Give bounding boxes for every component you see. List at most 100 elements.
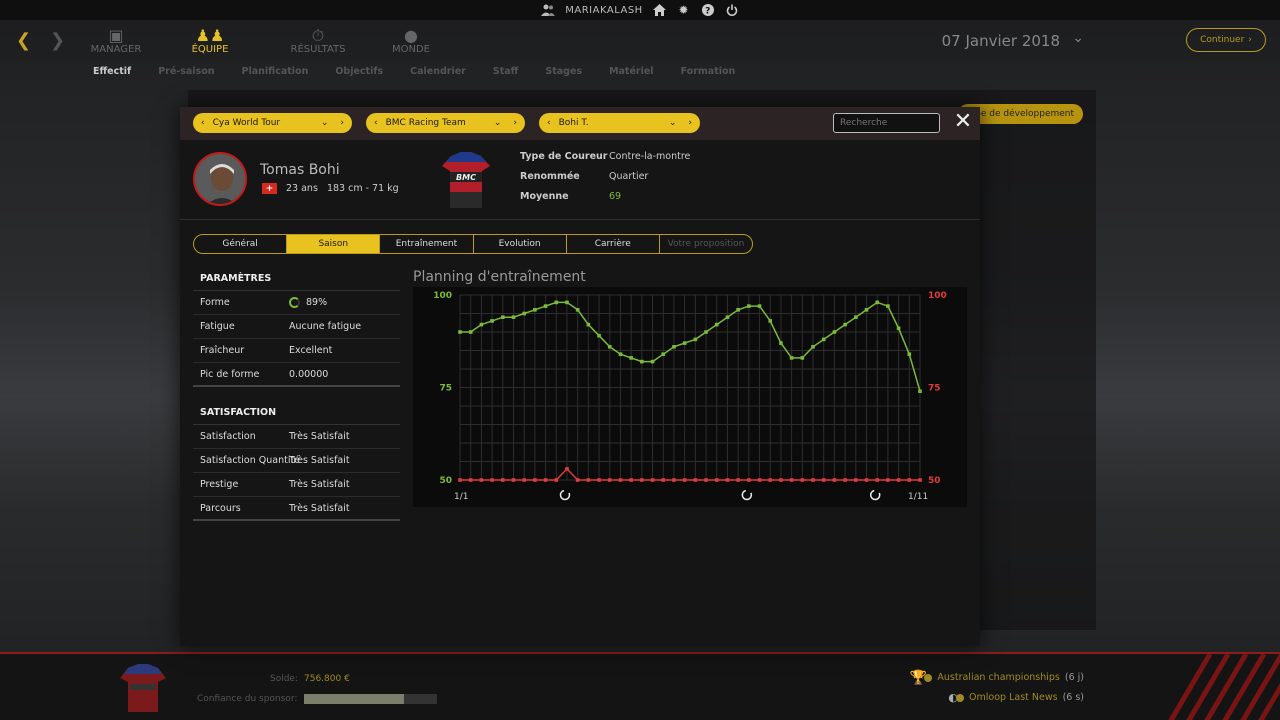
nav-manager[interactable]: ▣ MANAGER [76,26,156,55]
sponsor-confidence-bar [304,694,437,704]
data-point [522,478,526,482]
nav-equipe[interactable]: ♟♟ ÉQUIPE [170,26,250,55]
attr-label: Renommée [520,171,580,182]
tab-general[interactable]: Général [194,235,288,253]
param-row: Pic de forme 0.00000 [193,363,400,387]
data-point [458,478,462,482]
tab-entrainement[interactable]: Entraînement [380,235,474,253]
team-selector[interactable]: ‹ BMC Racing Team ⌄ › [366,113,525,133]
event-marker-icon [869,489,881,501]
close-icon[interactable]: ✕ [952,111,974,133]
data-point [511,478,516,482]
svg-text:BMC: BMC [456,173,476,182]
news-dot-icon [956,693,965,702]
subnav-calendrier[interactable]: Calendrier [410,66,466,77]
chevron-down-icon[interactable]: ⌄ [1072,30,1084,46]
data-point [811,345,815,349]
briefcase-icon: ▣ [108,26,124,45]
username: MARIAKALASH [565,4,643,16]
chart-title: Planning d'entraînement [413,269,586,285]
users-icon[interactable] [541,3,556,17]
data-point [736,478,740,482]
swiss-flag-icon: + [262,183,277,194]
attr-value: Contre-la-montre [609,151,691,162]
tab-evolution[interactable]: Evolution [474,235,567,253]
tab-saison[interactable]: Saison [287,235,381,253]
subnav-formation[interactable]: Formation [681,66,736,77]
data-point [575,478,580,482]
team-jersey-icon: BMC [442,152,490,208]
parametres-title: PARAMÈTRES [193,267,400,291]
sponsor-confidence-fill [304,694,404,704]
player-name: Tomas Bohi [260,162,340,178]
training-plan-chart: 100755010075501/1 1/11 [413,287,967,507]
y-tick-right: 50 [928,476,941,486]
data-point [586,478,591,482]
news-dot-icon [924,673,933,682]
stopwatch-icon: ⏱ [311,26,325,45]
player-section: Tomas Bohi + 23 ans 183 cm - 71 kg BMC T… [180,140,980,220]
data-point [565,467,569,471]
data-point [629,356,633,360]
back-arrow-icon[interactable]: ❮ [16,30,31,51]
help-icon[interactable]: ? [701,3,715,17]
data-point [468,330,473,334]
subnav-pre-saison[interactable]: Pré-saison [158,66,214,77]
data-point [479,478,484,482]
data-point [907,478,912,482]
subnav-planification[interactable]: Planification [242,66,309,77]
data-point [682,341,687,345]
data-point [854,478,858,482]
sub-nav: Effectif Pré-saison Planification Object… [93,66,735,77]
nav-resultats[interactable]: ⏱ RÉSULTATS [278,26,358,55]
data-point [875,478,880,482]
attr-label: Type de Coureur [520,151,608,162]
data-point [479,322,484,327]
rider-selector[interactable]: ‹ Bohi T. ⌄ › [539,113,700,133]
data-point [704,330,708,334]
series-line [460,301,921,392]
home-icon[interactable] [653,3,667,17]
gear-icon[interactable]: ✹ [677,3,691,17]
news-item[interactable]: Omloop Last News (6 s) [956,692,1084,703]
tab-votre-proposition[interactable]: Votre proposition [660,235,752,253]
data-point [650,478,655,482]
chevron-right-icon[interactable]: › [513,118,517,128]
subnav-staff[interactable]: Staff [493,66,519,77]
data-point [682,478,687,482]
param-row: Fraîcheur Excellent [193,339,400,363]
player-modal: ‹ Cya World Tour ⌄ › ‹ BMC Racing Team ⌄… [180,107,980,646]
data-point [918,389,922,393]
data-point [800,356,805,360]
continue-button[interactable]: Continuer › [1186,28,1266,52]
decorative-stripes [1168,654,1280,720]
forward-arrow-icon[interactable]: ❯ [50,30,65,51]
satisfaction-title: SATISFACTION [193,401,400,425]
subnav-effectif[interactable]: Effectif [93,66,131,77]
data-point [533,308,537,312]
y-tick-left: 100 [433,291,452,301]
subnav-objectifs[interactable]: Objectifs [335,66,383,77]
y-tick-right: 100 [928,291,947,301]
search-input[interactable] [833,113,940,133]
data-point [458,330,462,334]
chevron-right-icon[interactable]: › [340,118,344,128]
subnav-stages[interactable]: Stages [545,66,582,77]
current-date[interactable]: 07 Janvier 2018 [942,32,1060,50]
chevron-right-icon[interactable]: › [688,118,692,128]
power-icon[interactable] [725,3,739,17]
data-point [714,322,719,327]
league-selector[interactable]: ‹ Cya World Tour ⌄ › [193,113,352,133]
tab-carriere[interactable]: Carrière [567,235,660,253]
globe-icon: ● [404,26,418,45]
bottom-bar: Solde: 756.800 € Confiance du sponsor: 🏆… [0,652,1280,720]
subnav-materiel[interactable]: Matériel [609,66,654,77]
data-point [896,478,901,482]
nav-monde[interactable]: ● MONDE [371,26,451,55]
y-tick-left: 75 [439,384,452,394]
sponsor-confidence-label: Confiance du sponsor: [197,694,298,704]
attr-value: 69 [609,191,622,202]
modal-header: ‹ Cya World Tour ⌄ › ‹ BMC Racing Team ⌄… [180,107,980,140]
news-item[interactable]: Australian championships (6 j) [924,672,1084,683]
data-point [543,478,548,482]
